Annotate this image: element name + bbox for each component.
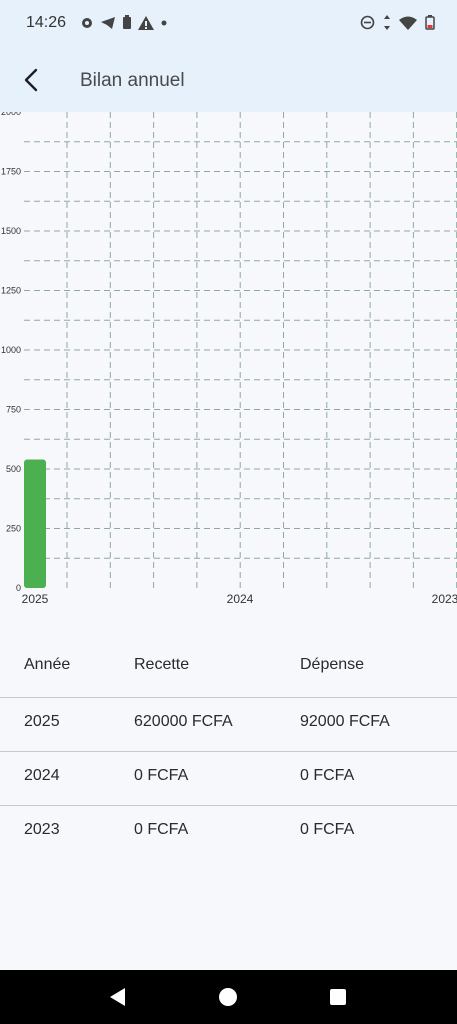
bar-2025 [24,459,46,588]
cell-depense: 0 FCFA [300,767,355,784]
y-tick-label: 1000 [1,345,21,355]
cell-year: 2023 [24,821,60,838]
cell-recette: 0 FCFA [134,821,189,838]
table-row: 2024 0 FCFA 0 FCFA [0,752,457,806]
nav-back-icon[interactable] [108,987,128,1007]
nav-home-icon[interactable] [218,987,238,1007]
cell-year: 2024 [24,767,60,784]
cell-recette: 620000 FCFA [134,713,233,730]
warning-icon [138,15,154,30]
wifi-icon [399,16,417,30]
settings-icon [82,17,92,28]
app-bar: Bilan annuel [0,48,457,112]
x-tick-label: 2024 [227,592,254,606]
status-icons-right [360,15,435,30]
page-title: Bilan annuel [80,70,185,91]
x-tick-label: 2023 [432,592,457,606]
nav-recents-icon[interactable] [329,988,347,1006]
data-arrows-icon [384,15,390,30]
table-row: 2025 620000 FCFA 92000 FCFA [0,698,457,752]
y-tick-label: 500 [6,464,21,474]
table-header-row: Année Recette Dépense [0,640,457,698]
header-annee: Année [24,656,71,673]
y-tick-label: 1250 [1,286,21,296]
cell-depense: 92000 FCFA [300,713,390,730]
status-bar: 14:26 [0,0,457,48]
telegram-icon [101,16,115,29]
y-tick-label: 750 [6,405,21,415]
x-tick-label: 2025 [22,592,49,606]
y-tick-label: 2000 [1,112,21,117]
status-time: 14:26 [26,14,67,31]
table-row: 2023 0 FCFA 0 FCFA [0,806,457,859]
y-tick-label: 1500 [1,226,21,236]
battery-saver-icon [123,15,131,29]
cell-year: 2025 [24,713,60,730]
cell-recette: 0 FCFA [134,767,189,784]
back-arrow-icon[interactable] [18,66,46,94]
annual-bar-chart: 0 250 500 750 1000 1250 1500 1750 2000 2025 2024 20… [0,112,457,612]
chart-svg: 0 250 500 750 1000 1250 1500 1750 2000 2025 2024 20… [1,112,457,606]
header-depense: Dépense [300,656,365,673]
cell-depense: 0 FCFA [300,821,355,838]
notification-dot-icon [161,20,167,25]
battery-low-icon [425,15,435,30]
do-not-disturb-icon [360,15,375,30]
system-navigation-bar [0,970,457,1024]
y-tick-label: 1750 [1,167,21,177]
y-tick-label: 0 [16,583,21,593]
annual-summary-table: Année Recette Dépense 2025 620000 FCFA 9… [0,640,457,859]
status-icons-left [80,15,168,30]
y-tick-label: 250 [6,524,21,534]
header-recette: Recette [134,656,190,673]
